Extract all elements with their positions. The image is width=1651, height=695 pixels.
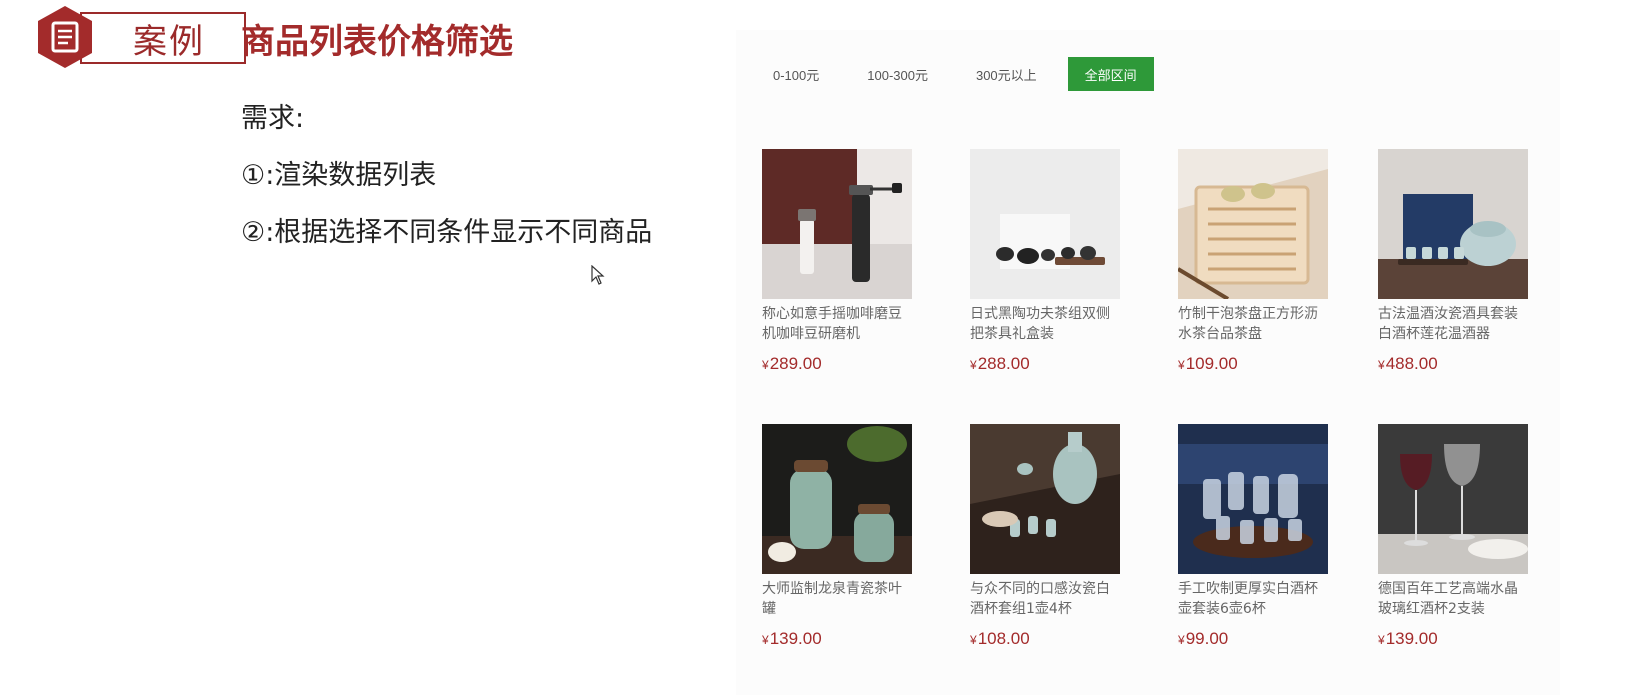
product-price: ¥139.00 <box>1378 629 1530 649</box>
product-card[interactable]: 大师监制龙泉青瓷茶叶罐 ¥139.00 <box>762 424 914 649</box>
currency-symbol: ¥ <box>1178 633 1185 647</box>
currency-symbol: ¥ <box>762 358 769 372</box>
currency-symbol: ¥ <box>970 633 977 647</box>
currency-symbol: ¥ <box>1378 633 1385 647</box>
product-name: 与众不同的口感汝瓷白酒杯套组1壶4杯 <box>970 581 1110 617</box>
filter-all[interactable]: 全部区间 <box>1067 57 1154 91</box>
case-badge-label: 案例 <box>133 21 205 62</box>
product-card[interactable]: 手工吹制更厚实白酒杯壶套装6壶6杯 ¥99.00 <box>1178 424 1330 649</box>
product-card[interactable]: 竹制干泡茶盘正方形沥水茶台品茶盘 ¥109.00 <box>1178 149 1330 374</box>
product-name: 古法温酒汝瓷酒具套装白酒杯莲花温酒器 <box>1378 306 1518 342</box>
requirement-item-1: ①:渲染数据列表 <box>241 160 437 191</box>
product-card[interactable]: 日式黑陶功夫茶组双侧把茶具礼盒装 ¥288.00 <box>970 149 1122 374</box>
requirements-heading: 需求: <box>241 103 305 134</box>
product-name: 手工吹制更厚实白酒杯壶套装6壶6杯 <box>1178 581 1318 617</box>
mouse-cursor-icon <box>591 265 605 285</box>
filter-0-100[interactable]: 0-100元 <box>756 57 836 91</box>
product-price-value: 109.00 <box>1185 354 1238 373</box>
product-name: 竹制干泡茶盘正方形沥水茶台品茶盘 <box>1178 306 1318 342</box>
crystal-wine-glasses-image <box>1378 424 1528 574</box>
product-name: 德国百年工艺高端水晶玻璃红酒杯2支装 <box>1378 581 1518 617</box>
product-card[interactable]: 德国百年工艺高端水晶玻璃红酒杯2支装 ¥139.00 <box>1378 424 1530 649</box>
product-price: ¥99.00 <box>1178 629 1330 649</box>
filter-100-300[interactable]: 100-300元 <box>850 57 945 91</box>
document-icon <box>38 6 92 68</box>
currency-symbol: ¥ <box>1178 358 1185 372</box>
product-name: 称心如意手摇咖啡磨豆机咖啡豆研磨机 <box>762 306 902 342</box>
celadon-tea-jar-image <box>762 424 912 574</box>
case-badge-box: 案例 <box>80 12 246 64</box>
product-price-value: 99.00 <box>1185 629 1229 648</box>
product-price: ¥289.00 <box>762 354 914 374</box>
product-price: ¥109.00 <box>1178 354 1330 374</box>
product-price-value: 139.00 <box>769 629 822 648</box>
slide-title: 商品列表价格筛选 <box>241 22 513 62</box>
case-badge: 案例 <box>36 5 246 69</box>
requirement-item-2: ②:根据选择不同条件显示不同商品 <box>241 217 653 248</box>
product-card[interactable]: 与众不同的口感汝瓷白酒杯套组1壶4杯 ¥108.00 <box>970 424 1122 649</box>
product-price-value: 288.00 <box>977 354 1030 373</box>
product-price: ¥108.00 <box>970 629 1122 649</box>
product-card[interactable]: 称心如意手摇咖啡磨豆机咖啡豆研磨机 ¥289.00 <box>762 149 914 374</box>
glass-cup-set-image <box>1178 424 1328 574</box>
filter-300-plus[interactable]: 300元以上 <box>959 57 1054 91</box>
ru-porcelain-wine-set-image <box>1378 149 1528 299</box>
product-price-value: 289.00 <box>769 354 822 373</box>
product-price-value: 108.00 <box>977 629 1030 648</box>
bamboo-tea-tray-image <box>1178 149 1328 299</box>
product-price-value: 139.00 <box>1385 629 1438 648</box>
product-price: ¥488.00 <box>1378 354 1530 374</box>
demo-page: 0-100元 100-300元 300元以上 全部区间 称心如意手摇咖啡磨豆机咖… <box>736 30 1560 695</box>
product-name: 日式黑陶功夫茶组双侧把茶具礼盒装 <box>970 306 1110 342</box>
price-filter-bar: 0-100元 100-300元 300元以上 全部区间 <box>756 57 1168 91</box>
currency-symbol: ¥ <box>762 633 769 647</box>
ru-porcelain-cup-set-image <box>970 424 1120 574</box>
product-name: 大师监制龙泉青瓷茶叶罐 <box>762 581 902 617</box>
product-price: ¥288.00 <box>970 354 1122 374</box>
product-price: ¥139.00 <box>762 629 914 649</box>
product-card[interactable]: 古法温酒汝瓷酒具套装白酒杯莲花温酒器 ¥488.00 <box>1378 149 1530 374</box>
currency-symbol: ¥ <box>1378 358 1385 372</box>
coffee-grinder-image <box>762 149 912 299</box>
black-tea-set-image <box>970 149 1120 299</box>
currency-symbol: ¥ <box>970 358 977 372</box>
product-price-value: 488.00 <box>1385 354 1438 373</box>
